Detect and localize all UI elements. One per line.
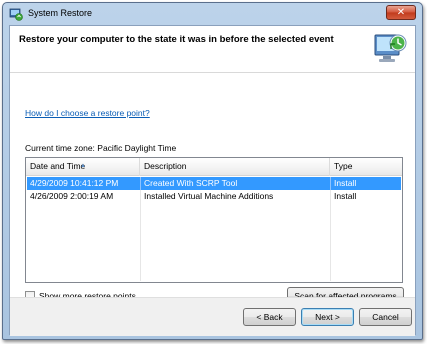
column-header-description[interactable]: Description: [140, 158, 330, 176]
row-type: Install: [334, 178, 357, 188]
column-header-date[interactable]: Date and Time ▲: [26, 158, 140, 176]
back-button[interactable]: < Back: [243, 308, 296, 326]
page-title: Restore your computer to the state it wa…: [19, 34, 334, 45]
close-button[interactable]: ✕: [386, 5, 416, 20]
cancel-button[interactable]: Cancel: [359, 308, 412, 326]
table-row[interactable]: 4/29/2009 10:41:12 PM Created With SCRP …: [27, 177, 401, 190]
row-date: 4/26/2009 2:00:19 AM: [30, 191, 114, 201]
help-link[interactable]: How do I choose a restore point?: [25, 108, 150, 118]
system-restore-window: System Restore ✕ Restore your computer t…: [2, 2, 423, 340]
window-title: System Restore: [28, 8, 93, 18]
system-restore-icon: [9, 8, 23, 21]
column-divider: [140, 203, 141, 281]
wizard-body: How do I choose a restore point? Current…: [10, 73, 415, 305]
timezone-label: Current time zone: Pacific Daylight Time: [25, 143, 177, 153]
sort-arrow-icon: ▲: [80, 163, 86, 169]
restore-points-list[interactable]: Date and Time ▲ Description Type 4/29/20…: [25, 157, 403, 283]
system-restore-large-icon: [374, 34, 407, 62]
next-button[interactable]: Next >: [301, 308, 354, 326]
row-description: Installed Virtual Machine Additions: [144, 191, 274, 201]
list-empty-area: [27, 203, 401, 281]
row-type: Install: [334, 191, 357, 201]
row-description: Created With SCRP Tool: [144, 178, 238, 188]
row-date: 4/29/2009 10:41:12 PM: [30, 178, 119, 188]
list-header: Date and Time ▲ Description Type: [26, 158, 402, 176]
title-bar[interactable]: System Restore ✕: [3, 3, 422, 25]
column-divider: [330, 203, 331, 281]
table-row[interactable]: 4/26/2009 2:00:19 AM Installed Virtual M…: [27, 190, 401, 203]
close-icon: ✕: [396, 7, 406, 18]
dialog-client: Restore your computer to the state it wa…: [9, 25, 416, 336]
wizard-header: Restore your computer to the state it wa…: [10, 26, 415, 73]
wizard-footer: < Back Next > Cancel: [10, 297, 415, 336]
column-header-type[interactable]: Type: [330, 158, 402, 176]
